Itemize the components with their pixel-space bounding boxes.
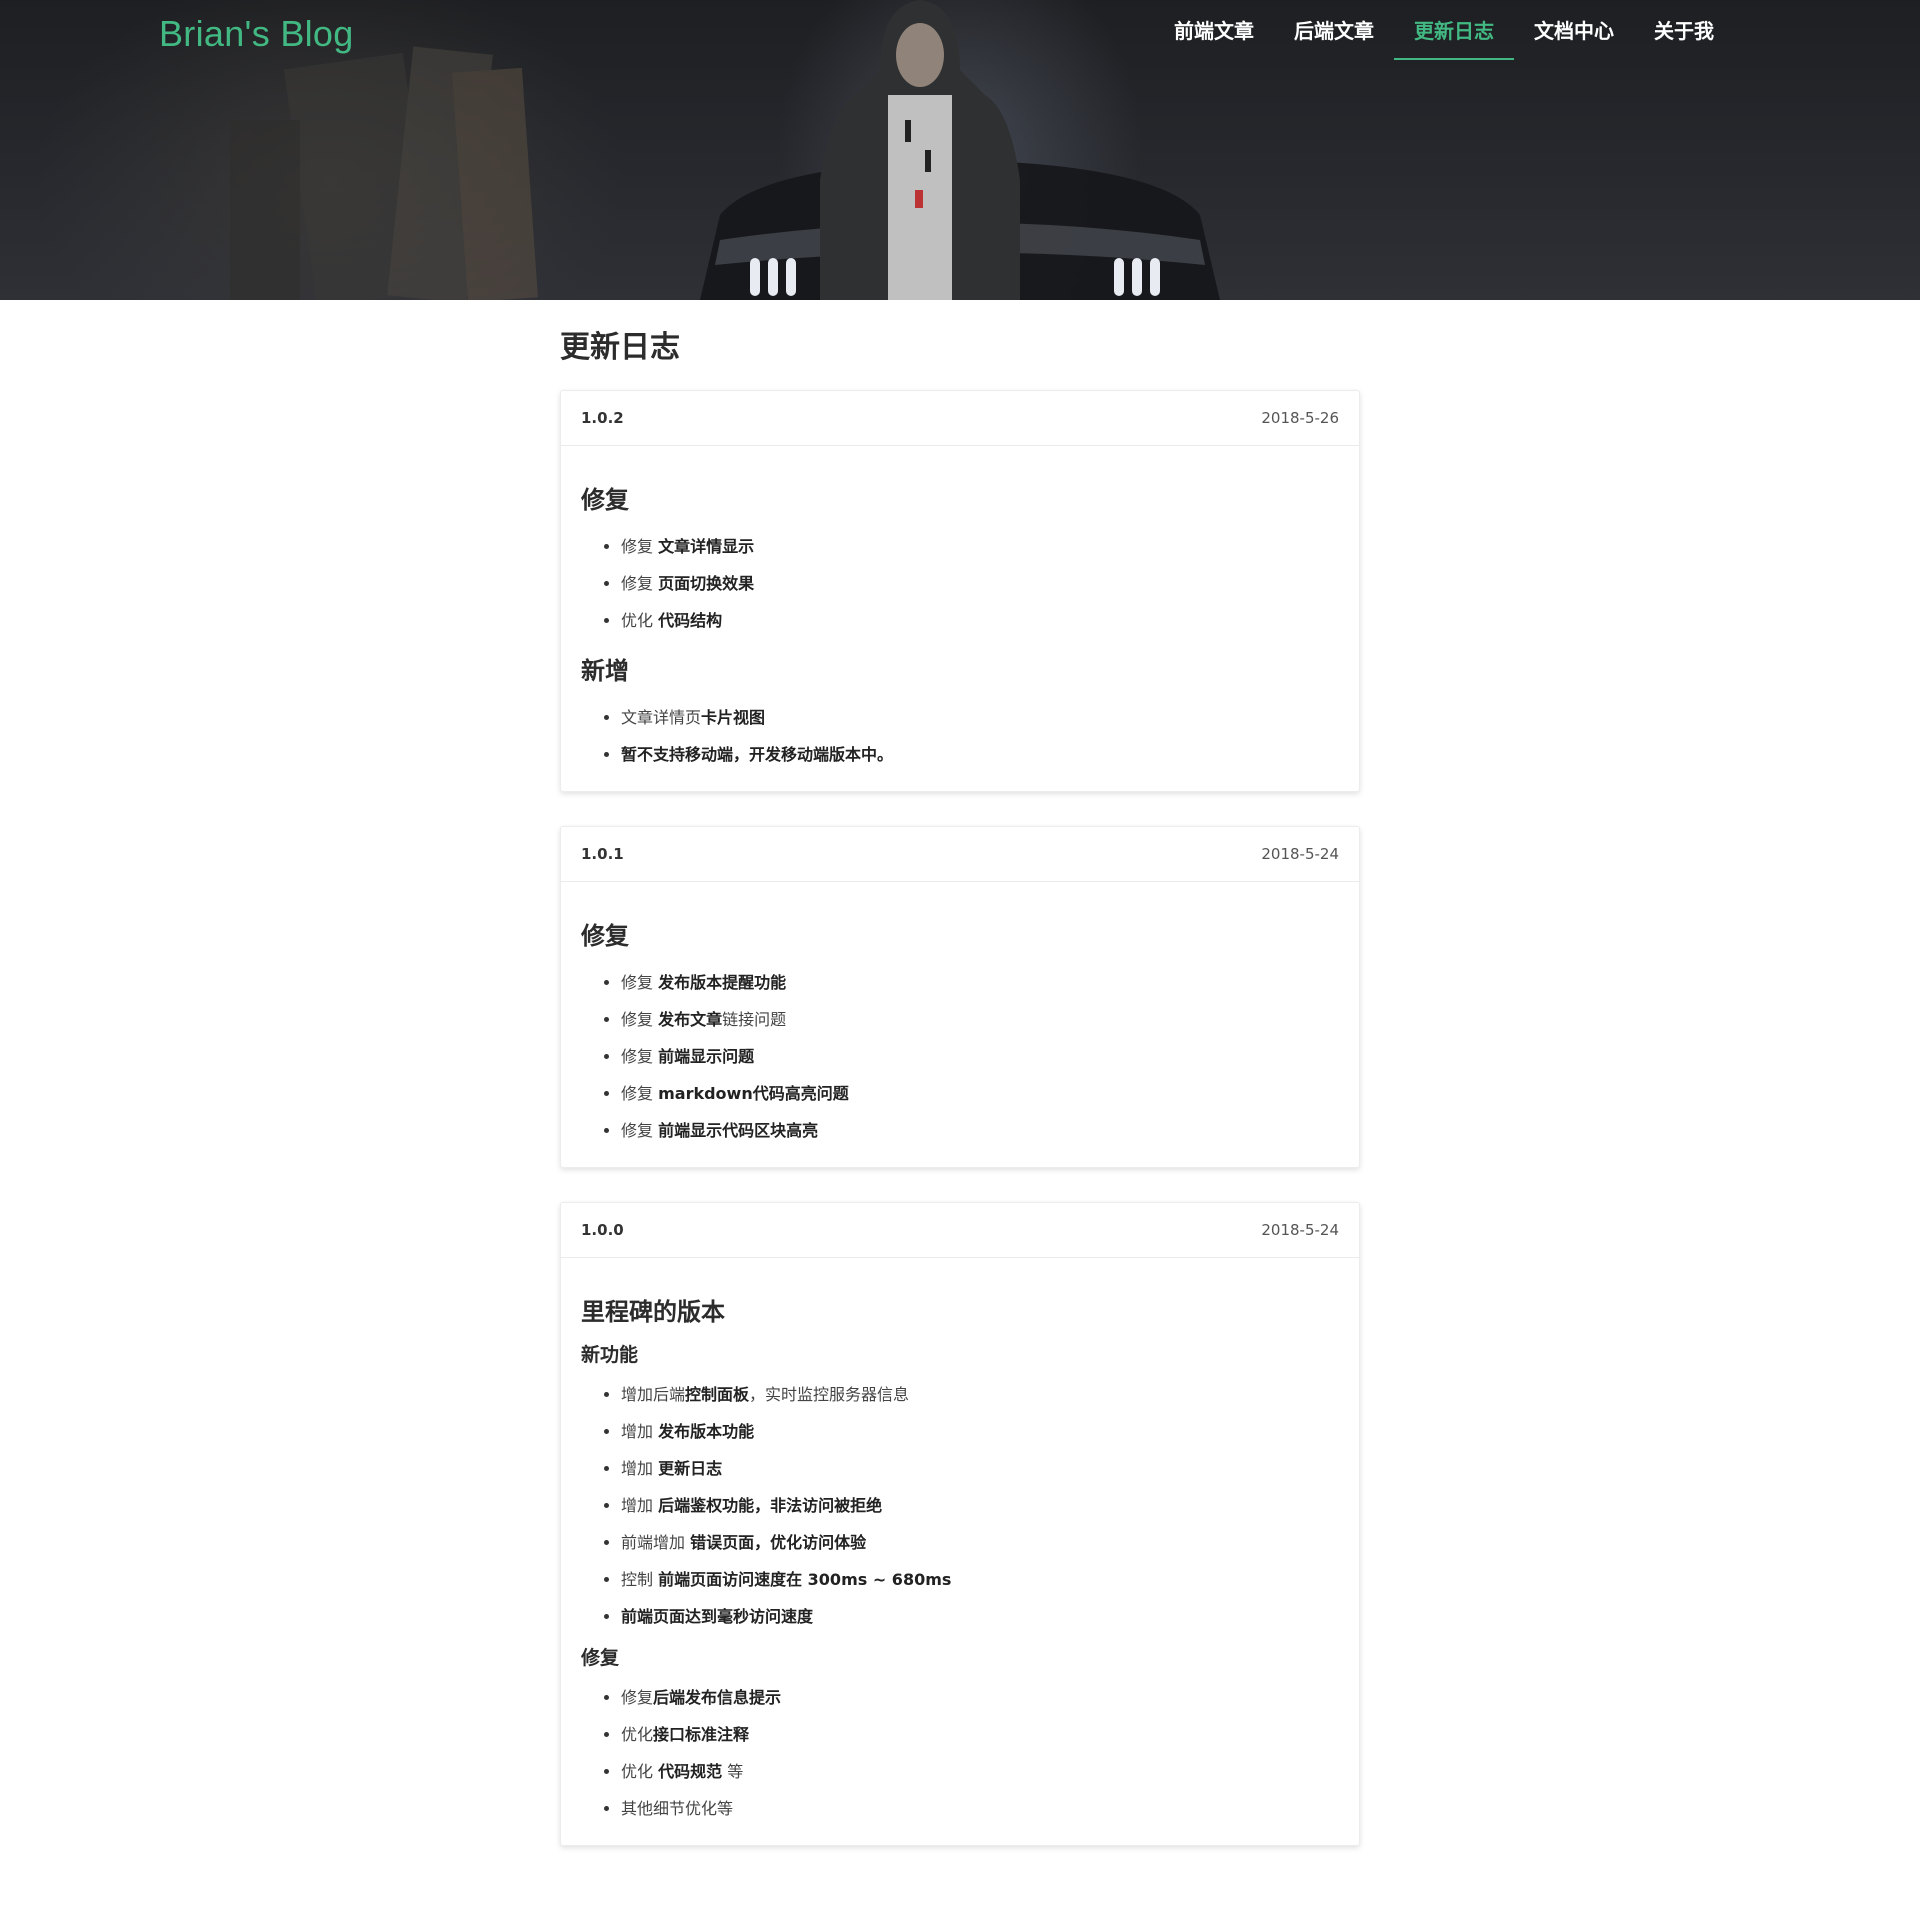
item-emphasis: 代码规范 (658, 1762, 723, 1781)
item-emphasis: 更新日志 (658, 1459, 723, 1478)
item-emphasis: 前端显示问题 (658, 1047, 755, 1066)
item-prefix: 修复 (621, 1010, 659, 1029)
list-item: 前端增加 错误页面，优化访问体验 (621, 1524, 1339, 1561)
release-header: 1.0.0 2018-5-24 (561, 1203, 1359, 1258)
item-prefix: 优化 (621, 1725, 654, 1744)
item-emphasis: 文章详情显示 (658, 537, 755, 556)
item-prefix: 优化 (621, 611, 659, 630)
item-prefix: 前端增加 (621, 1533, 691, 1552)
list-item: 修复 markdown代码高亮问题 (621, 1075, 1339, 1112)
release-card: 1.0.0 2018-5-24 里程碑的版本 新功能 增加后端控制面板，实时监控… (560, 1202, 1360, 1846)
list-item: 修复 页面切换效果 (621, 565, 1339, 602)
main-nav: 前端文章 后端文章 更新日志 文档中心 关于我 (1154, 0, 1734, 60)
section-heading: 修复 (581, 922, 629, 950)
item-emphasis: markdown代码高亮问题 (658, 1084, 849, 1103)
item-suffix: 链接问题 (722, 1010, 787, 1029)
change-list: 文章详情页卡片视图 暂不支持移动端，开发移动端版本中。 (581, 699, 1339, 773)
item-prefix: 控制 (621, 1570, 659, 1589)
release-date: 2018-5-24 (1261, 845, 1339, 863)
item-emphasis: 暂不支持移动端，开发移动端版本中。 (621, 745, 894, 764)
item-emphasis: 页面切换效果 (658, 574, 755, 593)
item-emphasis: 前端页面达到毫秒访问速度 (621, 1607, 814, 1626)
item-emphasis: 发布文章 (658, 1010, 723, 1029)
item-prefix: 修复 (621, 973, 659, 992)
release-version: 1.0.2 (581, 409, 624, 427)
release-version: 1.0.1 (581, 845, 624, 863)
item-prefix: 优化 (621, 1762, 659, 1781)
item-emphasis: 卡片视图 (701, 708, 766, 727)
item-prefix: 增加 (621, 1459, 659, 1478)
list-item: 增加 后端鉴权功能，非法访问被拒绝 (621, 1487, 1339, 1524)
nav-item-backend[interactable]: 后端文章 (1274, 0, 1394, 60)
item-prefix: 修复 (621, 1121, 659, 1140)
list-item: 暂不支持移动端，开发移动端版本中。 (621, 736, 1339, 773)
list-item: 优化 代码规范 等 (621, 1753, 1339, 1790)
item-prefix: 增加 (621, 1422, 659, 1441)
nav-item-frontend[interactable]: 前端文章 (1154, 0, 1274, 60)
list-item: 优化接口标准注释 (621, 1716, 1339, 1753)
release-body: 修复 修复 文章详情显示 修复 页面切换效果 优化 代码结构 新增 文章详情页卡… (561, 446, 1359, 791)
nav-item-docs[interactable]: 文档中心 (1514, 0, 1634, 60)
item-prefix: 其他细节优化等 (621, 1799, 734, 1818)
item-prefix: 修复 (621, 1688, 654, 1707)
list-item: 优化 代码结构 (621, 602, 1339, 639)
item-prefix: 修复 (621, 574, 659, 593)
list-item: 修复 前端显示问题 (621, 1038, 1339, 1075)
list-item: 控制 前端页面访问速度在 300ms ~ 680ms (621, 1561, 1339, 1598)
release-header: 1.0.2 2018-5-26 (561, 391, 1359, 446)
list-item: 修复 发布版本提醒功能 (621, 964, 1339, 1001)
list-item: 前端页面达到毫秒访问速度 (621, 1598, 1339, 1635)
item-emphasis: 代码结构 (658, 611, 723, 630)
release-body: 修复 修复 发布版本提醒功能 修复 发布文章链接问题 修复 前端显示问题 修复 … (561, 882, 1359, 1167)
item-emphasis: 控制面板 (685, 1385, 750, 1404)
change-list: 修复后端发布信息提示 优化接口标准注释 优化 代码规范 等 其他细节优化等 (581, 1679, 1339, 1827)
item-emphasis: 前端页面访问速度在 300ms ~ 680ms (658, 1570, 952, 1589)
release-body: 里程碑的版本 新功能 增加后端控制面板，实时监控服务器信息 增加 发布版本功能 … (561, 1258, 1359, 1845)
list-item: 修复后端发布信息提示 (621, 1679, 1339, 1716)
list-item: 修复 文章详情显示 (621, 528, 1339, 565)
section-heading: 新增 (581, 657, 629, 685)
release-version: 1.0.0 (581, 1221, 624, 1239)
item-emphasis: 发布版本功能 (658, 1422, 755, 1441)
change-list: 修复 文章详情显示 修复 页面切换效果 优化 代码结构 (581, 528, 1339, 639)
list-item: 增加 更新日志 (621, 1450, 1339, 1487)
page-title: 更新日志 (560, 330, 680, 365)
item-emphasis: 后端鉴权功能，非法访问被拒绝 (658, 1496, 883, 1515)
release-date: 2018-5-24 (1261, 1221, 1339, 1239)
item-emphasis: 后端发布信息提示 (653, 1688, 782, 1707)
list-item: 修复 发布文章链接问题 (621, 1001, 1339, 1038)
item-emphasis: 接口标准注释 (653, 1725, 750, 1744)
item-emphasis: 前端显示代码区块高亮 (658, 1121, 819, 1140)
release-header: 1.0.1 2018-5-24 (561, 827, 1359, 882)
release-date: 2018-5-26 (1261, 409, 1339, 427)
section-heading: 新功能 (581, 1344, 639, 1366)
nav-item-about[interactable]: 关于我 (1634, 0, 1734, 60)
item-prefix: 修复 (621, 537, 659, 556)
change-list: 增加后端控制面板，实时监控服务器信息 增加 发布版本功能 增加 更新日志 增加 … (581, 1376, 1339, 1635)
list-item: 文章详情页卡片视图 (621, 699, 1339, 736)
release-card: 1.0.2 2018-5-26 修复 修复 文章详情显示 修复 页面切换效果 优… (560, 390, 1360, 792)
release-card: 1.0.1 2018-5-24 修复 修复 发布版本提醒功能 修复 发布文章链接… (560, 826, 1360, 1168)
brand-logo[interactable]: Brian's Blog (159, 12, 354, 56)
item-suffix: 等 (722, 1762, 744, 1781)
section-heading: 修复 (581, 486, 629, 514)
hero-header: Brian's Blog 前端文章 后端文章 更新日志 文档中心 关于我 (0, 0, 1920, 300)
section-heading: 修复 (581, 1647, 620, 1669)
list-item: 增加 发布版本功能 (621, 1413, 1339, 1450)
nav-item-changelog[interactable]: 更新日志 (1394, 0, 1514, 60)
item-emphasis: 发布版本提醒功能 (658, 973, 787, 992)
change-list: 修复 发布版本提醒功能 修复 发布文章链接问题 修复 前端显示问题 修复 mar… (581, 964, 1339, 1149)
list-item: 增加后端控制面板，实时监控服务器信息 (621, 1376, 1339, 1413)
changelog-content: 更新日志 1.0.2 2018-5-26 修复 修复 文章详情显示 修复 页面切… (560, 318, 1360, 1880)
item-emphasis: 错误页面，优化访问体验 (690, 1533, 867, 1552)
list-item: 其他细节优化等 (621, 1790, 1339, 1827)
item-prefix: 增加 (621, 1496, 659, 1515)
item-prefix: 增加后端 (621, 1385, 686, 1404)
item-suffix: ，实时监控服务器信息 (749, 1385, 910, 1404)
item-prefix: 修复 (621, 1047, 659, 1066)
item-prefix: 文章详情页 (621, 708, 702, 727)
list-item: 修复 前端显示代码区块高亮 (621, 1112, 1339, 1149)
release-title: 里程碑的版本 (581, 1298, 725, 1326)
item-prefix: 修复 (621, 1084, 659, 1103)
